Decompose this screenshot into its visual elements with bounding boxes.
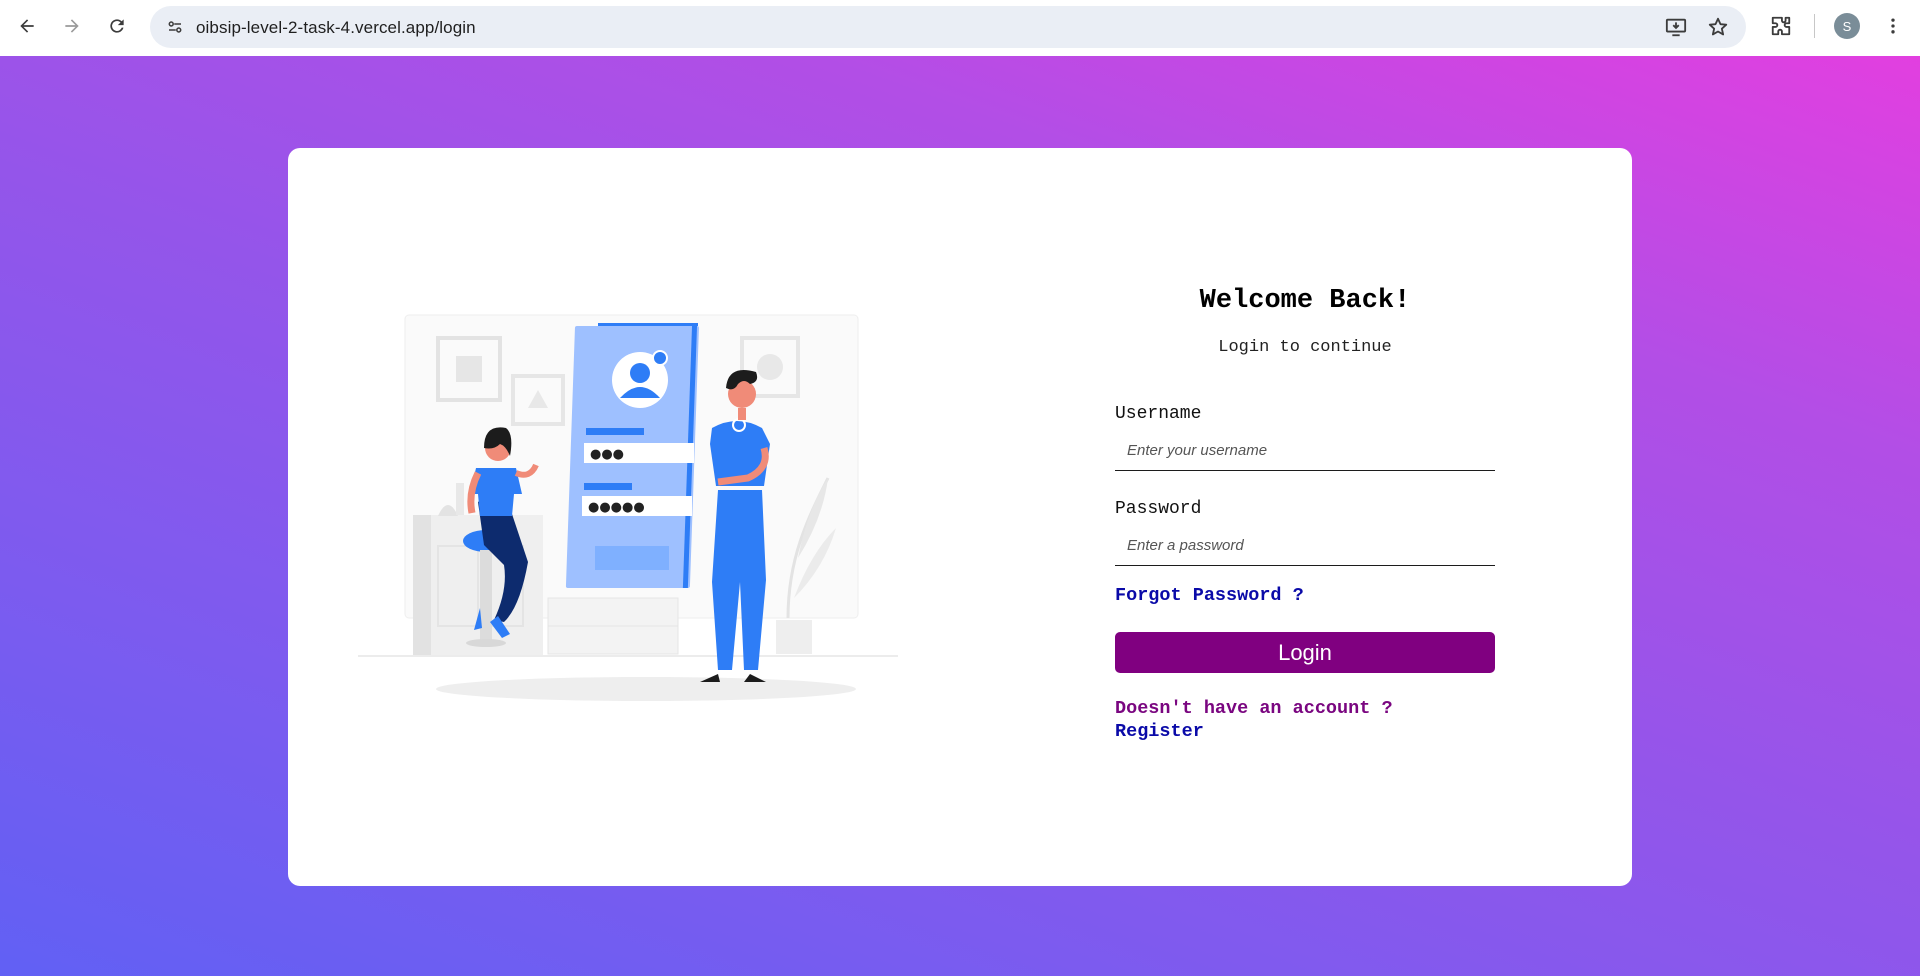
- back-button[interactable]: [11, 10, 43, 42]
- login-illustration: ●●● ●●●●●: [358, 314, 898, 701]
- more-menu-button[interactable]: [1878, 11, 1908, 41]
- forward-arrow-icon: [65, 19, 79, 33]
- install-app-icon: [1665, 18, 1687, 37]
- url-text[interactable]: oibsip-level-2-task-4.vercel.app/login: [196, 18, 476, 38]
- bookmark-button[interactable]: [1705, 14, 1731, 40]
- password-input[interactable]: [1115, 526, 1495, 566]
- login-button[interactable]: Login: [1115, 632, 1495, 673]
- back-arrow-icon: [20, 19, 34, 33]
- toolbar-separator: [1814, 14, 1815, 38]
- username-input[interactable]: [1115, 431, 1495, 471]
- svg-text:●●●●●: ●●●●●: [588, 500, 645, 515]
- no-account-text: Doesn't have an account ?: [1115, 698, 1393, 719]
- forgot-password-link[interactable]: Forgot Password ?: [1115, 585, 1304, 606]
- register-link[interactable]: Register: [1115, 721, 1204, 742]
- profile-avatar[interactable]: S: [1834, 13, 1860, 39]
- extensions-button[interactable]: [1766, 11, 1796, 41]
- password-label: Password: [1115, 499, 1202, 519]
- forward-button[interactable]: [56, 10, 88, 42]
- site-info-button[interactable]: [160, 12, 190, 42]
- address-bar[interactable]: oibsip-level-2-task-4.vercel.app/login: [150, 6, 1746, 48]
- page-title: Welcome Back!: [1199, 286, 1411, 316]
- svg-text:●●●: ●●●: [590, 447, 624, 462]
- extensions-icon: [1771, 16, 1791, 36]
- username-label: Username: [1115, 404, 1202, 424]
- install-app-button[interactable]: [1663, 14, 1689, 40]
- reload-button[interactable]: [101, 10, 133, 42]
- bookmark-star-icon: [1708, 17, 1728, 36]
- more-menu-icon: [1891, 18, 1895, 34]
- browser-toolbar: oibsip-level-2-task-4.vercel.app/login S: [0, 0, 1920, 56]
- reload-icon: [110, 19, 124, 33]
- login-card: ●●● ●●●●● Welcome Back! Login to continu…: [288, 148, 1632, 886]
- page-background: ●●● ●●●●● Welcome Back! Login to continu…: [0, 56, 1920, 976]
- page-subtitle: Login to continue: [1218, 338, 1392, 357]
- site-info-icon: [168, 21, 182, 33]
